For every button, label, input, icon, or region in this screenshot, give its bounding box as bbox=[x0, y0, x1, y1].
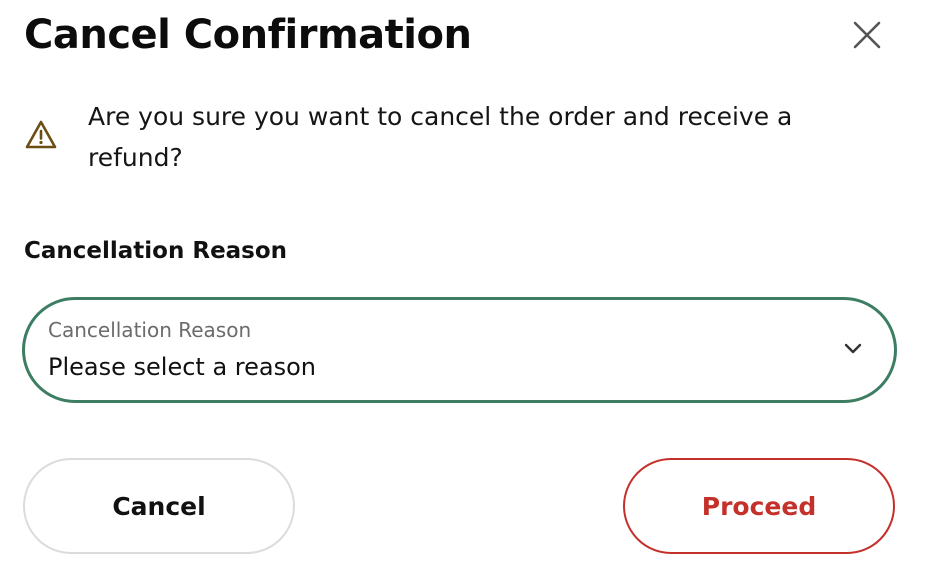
dialog-title: Cancel Confirmation bbox=[24, 12, 472, 58]
warning-text: Are you sure you want to cancel the orde… bbox=[88, 102, 793, 172]
proceed-button[interactable]: Proceed bbox=[623, 458, 895, 554]
select-value: Please select a reason bbox=[48, 353, 316, 381]
cancel-button[interactable]: Cancel bbox=[23, 458, 295, 554]
select-floating-label: Cancellation Reason bbox=[48, 318, 252, 342]
close-button[interactable] bbox=[846, 14, 888, 56]
cancellation-reason-select[interactable]: Cancellation Reason Please select a reas… bbox=[22, 297, 897, 403]
chevron-down-icon bbox=[843, 342, 863, 356]
warning-triangle-icon bbox=[24, 118, 58, 152]
cancel-confirmation-dialog: Cancel Confirmation Are you sure you wan… bbox=[0, 0, 926, 572]
cancellation-reason-heading: Cancellation Reason bbox=[24, 238, 288, 264]
warning-message: Are you sure you want to cancel the orde… bbox=[24, 96, 824, 186]
close-icon bbox=[846, 14, 888, 56]
